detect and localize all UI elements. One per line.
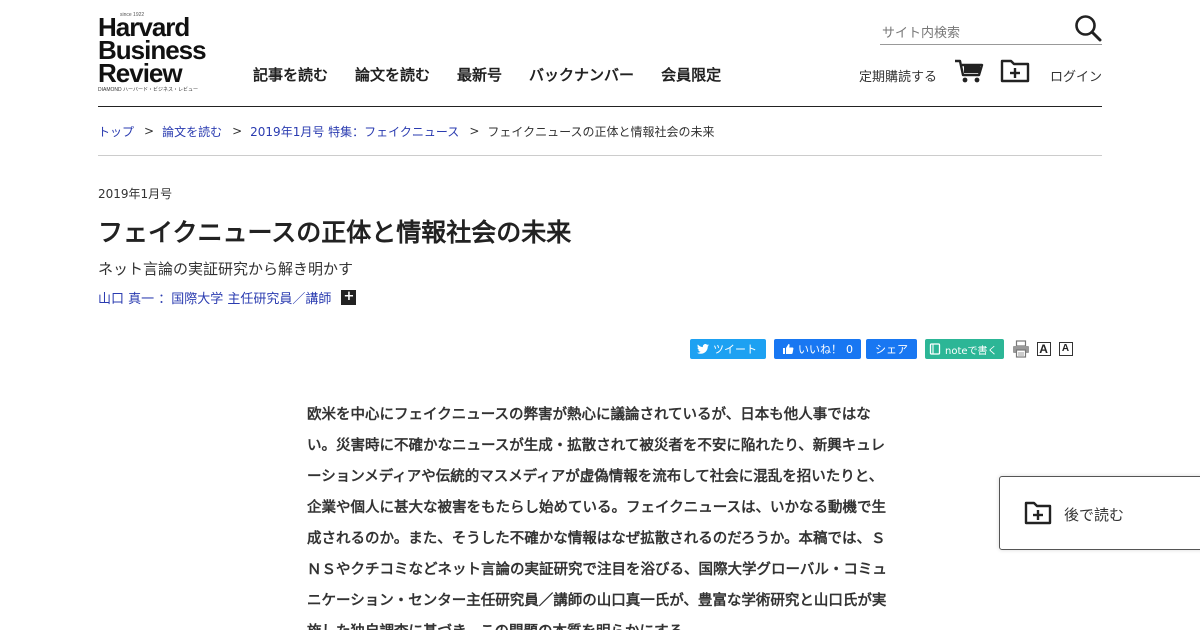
search-input[interactable]: [882, 23, 1068, 43]
font-size-large-button[interactable]: A: [1036, 342, 1051, 356]
breadcrumb: トップ > 論文を読む > 2019年1月号 特集：フェイクニュース > フェイ…: [98, 107, 1102, 156]
nav-item-latest-issue[interactable]: 最新号: [457, 64, 502, 85]
like-label: いいね！: [798, 343, 842, 356]
site-header: since 1922 Harvard Business Review DIAMO…: [98, 0, 1102, 107]
tweet-button[interactable]: ツイート: [690, 339, 766, 359]
breadcrumb-top[interactable]: トップ: [98, 123, 134, 140]
cart-icon[interactable]: [954, 58, 984, 84]
thumbs-up-icon: [783, 344, 794, 354]
breadcrumb-issue[interactable]: 2019年1月号 特集：フェイクニュース: [250, 123, 459, 140]
article-title: フェイクニュースの正体と情報社会の未来: [98, 218, 572, 247]
site-search: [880, 14, 1102, 45]
note-button[interactable]: noteで書く: [925, 339, 1004, 359]
login-link[interactable]: ログイン: [1050, 66, 1102, 85]
hbr-logo[interactable]: since 1922 Harvard Business Review DIAMO…: [98, 12, 223, 93]
font-size-small-button[interactable]: A: [1058, 342, 1073, 356]
twitter-bird-icon: [697, 344, 709, 354]
logo-line-review: Review: [98, 58, 183, 88]
article-lead: 欧米を中心にフェイクニュースの弊害が熱心に議論されているが、日本も他人事ではない…: [307, 407, 887, 630]
breadcrumb-separator: >: [469, 124, 480, 138]
author-expand-button[interactable]: +: [341, 290, 357, 305]
read-later-button[interactable]: 後で読む: [999, 476, 1200, 550]
logo-subtitle: DIAMOND ハーバード・ビジネス・レビュー: [98, 87, 198, 93]
note-icon: [929, 343, 941, 355]
main-nav: 記事を読む 論文を読む 最新号 バックナンバー 会員限定: [253, 64, 721, 85]
share-bar: ツイート いいね！ 0 シェア noteで書く A A: [690, 339, 1073, 359]
print-icon[interactable]: [1012, 340, 1030, 358]
author-link[interactable]: 山口 真一 ：国際大学 主任研究員／講師: [98, 288, 331, 307]
author-line: 山口 真一 ：国際大学 主任研究員／講師 +: [98, 288, 357, 307]
like-count: 0: [846, 342, 853, 356]
issue-label: 2019年1月号: [98, 187, 173, 201]
nav-item-articles[interactable]: 記事を読む: [253, 64, 328, 85]
search-icon[interactable]: [1074, 14, 1102, 42]
note-label: noteで書く: [945, 345, 998, 357]
nav-item-back-numbers[interactable]: バックナンバー: [529, 64, 634, 85]
breadcrumb-papers[interactable]: 論文を読む: [162, 123, 222, 140]
nav-item-members-only[interactable]: 会員限定: [661, 64, 721, 85]
facebook-like-button[interactable]: いいね！ 0: [774, 339, 861, 359]
folder-plus-icon[interactable]: [1000, 59, 1030, 83]
tweet-label: ツイート: [713, 343, 757, 356]
nav-item-papers[interactable]: 論文を読む: [355, 64, 430, 85]
breadcrumb-separator: >: [232, 124, 243, 138]
facebook-share-button[interactable]: シェア: [866, 339, 917, 359]
subscribe-link[interactable]: 定期購読する: [859, 66, 937, 85]
share-label: シェア: [875, 343, 908, 356]
article-subtitle: ネット言論の実証研究から解き明かす: [98, 260, 354, 278]
breadcrumb-separator: >: [144, 124, 155, 138]
folder-plus-icon: [1024, 501, 1052, 525]
read-later-label: 後で読む: [1064, 506, 1125, 524]
breadcrumb-current: フェイクニュースの正体と情報社会の未来: [487, 124, 715, 139]
